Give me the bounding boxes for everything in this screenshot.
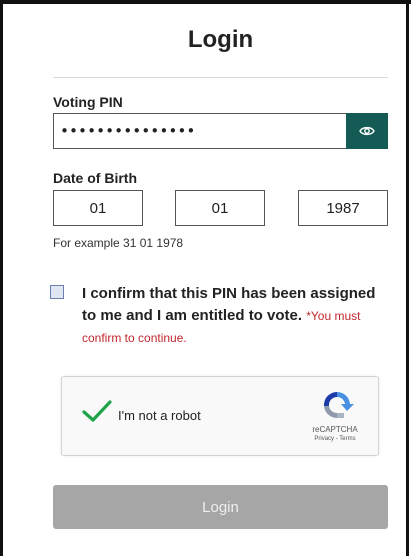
dob-year-field[interactable]: 1987 [298, 190, 388, 226]
window-top-edge [0, 0, 411, 4]
title-divider [53, 77, 388, 78]
dob-example-hint: For example 31 01 1978 [53, 236, 184, 250]
dob-label: Date of Birth [53, 170, 137, 186]
dob-month-field[interactable]: 01 [175, 190, 265, 226]
recaptcha-brand: reCAPTCHA [312, 425, 358, 434]
confirm-checkbox[interactable] [50, 285, 64, 299]
show-pin-button[interactable] [346, 113, 388, 149]
recaptcha-logo-icon [323, 391, 354, 419]
dob-day-field[interactable]: 01 [53, 190, 143, 226]
page-title: Login [187, 26, 254, 53]
recaptcha-privacy-terms[interactable]: Privacy - Terms [299, 436, 371, 442]
window-left-edge [0, 0, 3, 556]
checkmark-icon [82, 400, 112, 422]
eye-icon [359, 126, 375, 136]
pin-input[interactable]: ••••••••••••••• [53, 113, 346, 149]
window-right-edge [406, 0, 409, 556]
confirm-statement: I confirm that this PIN has been assigne… [82, 283, 382, 349]
pin-label: Voting PIN [53, 94, 123, 110]
recaptcha-widget[interactable]: I'm not a robot reCAPTCHA Privacy - Term… [61, 376, 379, 456]
login-button[interactable]: Login [53, 485, 388, 529]
recaptcha-label: I'm not a robot [118, 408, 201, 423]
